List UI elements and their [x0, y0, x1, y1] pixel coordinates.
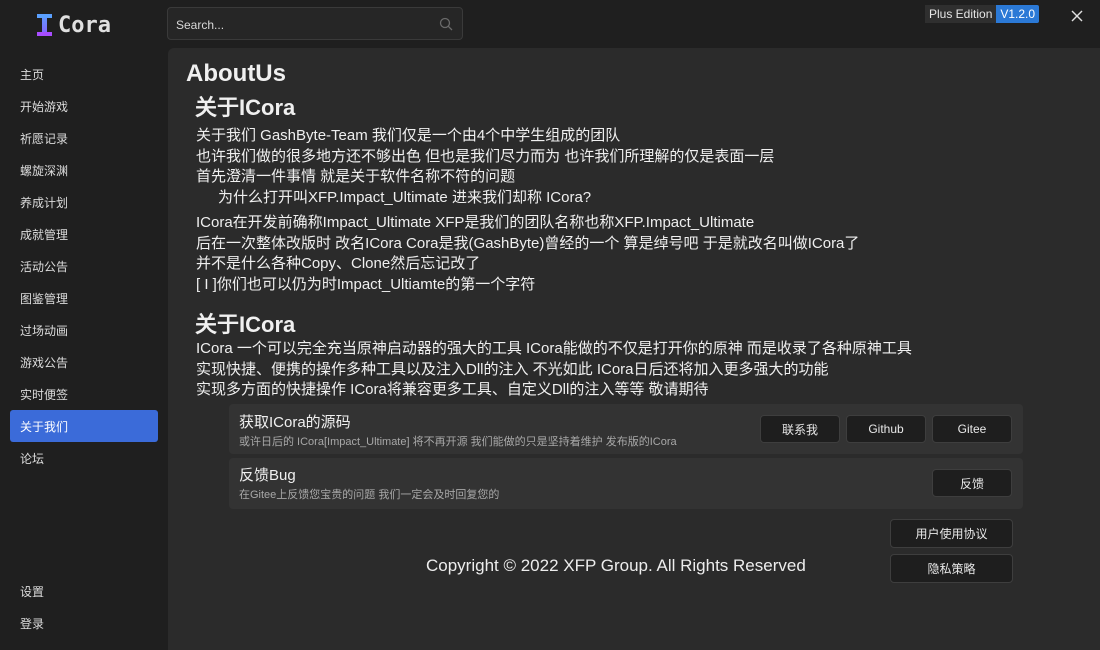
card-subtitle: 在Gitee上反馈您宝贵的问题 我们一定会及时回复您的 — [239, 489, 500, 501]
page-title: AboutUs — [186, 60, 286, 87]
sidebar: Cora 主页 开始游戏 祈愿记录 螺旋深渊 养成计划 成就管理 活动公告 图鉴… — [0, 0, 168, 650]
sidebar-item-event-notices[interactable]: 活动公告 — [10, 250, 158, 282]
privacy-policy-button[interactable]: 隐私策略 — [890, 554, 1013, 583]
search-input[interactable] — [174, 14, 428, 36]
text-line: ICora在开发前确称Impact_Ultimate XFP是我们的团队名称也称… — [196, 214, 755, 231]
sidebar-item-label: 开始游戏 — [20, 99, 69, 114]
edition-label: Plus Edition — [925, 5, 997, 23]
text-line: 首先澄清一件事情 就是关于软件名称不符的问题 — [196, 168, 516, 185]
sidebar-item-game-notices[interactable]: 游戏公告 — [10, 346, 158, 378]
card-title: 获取ICora的源码 — [239, 414, 351, 431]
search-box — [167, 7, 463, 40]
sidebar-item-start-game[interactable]: 开始游戏 — [10, 90, 158, 122]
sidebar-item-label: 祈愿记录 — [20, 131, 69, 146]
sidebar-item-forum[interactable]: 论坛 — [10, 442, 158, 474]
sidebar-item-label: 实时便签 — [20, 387, 69, 402]
gitee-button[interactable]: Gitee — [932, 415, 1012, 443]
close-icon[interactable] — [1067, 6, 1087, 26]
about-paragraph: ICora在开发前确称Impact_Ultimate XFP是我们的团队名称也称… — [196, 213, 859, 295]
sidebar-item-cultivation[interactable]: 养成计划 — [10, 186, 158, 218]
sidebar-item-label: 成就管理 — [20, 227, 69, 242]
search-icon[interactable] — [439, 17, 453, 31]
version-badge: V1.2.0 — [996, 5, 1040, 23]
sidebar-item-label: 图鉴管理 — [20, 291, 69, 306]
feedback-button[interactable]: 反馈 — [932, 469, 1012, 497]
copyright-text: Copyright © 2022 XFP Group. All Rights R… — [426, 556, 806, 575]
app-logo: Cora — [36, 10, 111, 40]
sidebar-item-login[interactable]: 登录 — [10, 607, 158, 639]
contact-button[interactable]: 联系我 — [760, 415, 840, 443]
sidebar-item-label: 螺旋深渊 — [20, 163, 69, 178]
sidebar-item-label: 过场动画 — [20, 323, 69, 338]
main-content: AboutUs 关于ICora 关于我们 GashByte-Team 我们仅是一… — [168, 48, 1100, 650]
sidebar-item-label: 养成计划 — [20, 195, 69, 210]
sidebar-item-settings[interactable]: 设置 — [10, 575, 158, 607]
sidebar-item-home[interactable]: 主页 — [10, 58, 158, 90]
text-line: 实现多方面的快捷操作 ICora将兼容更多工具、自定义Dll的注入等等 敬请期待 — [196, 381, 709, 398]
card-title: 反馈Bug — [239, 467, 296, 484]
sidebar-item-spiral-abyss[interactable]: 螺旋深渊 — [10, 154, 158, 186]
text-line: 后在一次整体改版时 改名ICora Cora是我(GashByte)曾经的一个 … — [196, 234, 860, 252]
source-code-card: 获取ICora的源码 或许日后的 ICora[Impact_Ultimate] … — [229, 404, 1023, 454]
feedback-card: 反馈Bug 在Gitee上反馈您宝贵的问题 我们一定会及时回复您的 反馈 — [229, 458, 1023, 509]
sidebar-item-label: 论坛 — [20, 451, 45, 466]
app-name: Cora — [58, 12, 111, 38]
text-line: 并不是什么各种Copy、Clone然后忘记改了 — [196, 255, 481, 272]
text-line: 也许我们做的很多地方还不够出色 但也是我们尽力而为 也许我们所理解的仅是表面一层 — [196, 147, 775, 165]
text-line: 关于我们 GashByte-Team 我们仅是一个由4个中学生组成的团队 — [196, 127, 621, 144]
about-paragraph: ICora 一个可以完全充当原神启动器的强大的工具 ICora能做的不仅是打开你… — [196, 339, 912, 401]
text-line: 为什么打开叫XFP.Impact_Ultimate 进来我们却称 ICora? — [218, 188, 592, 206]
sidebar-item-cutscenes[interactable]: 过场动画 — [10, 314, 158, 346]
sidebar-item-label: 登录 — [20, 616, 45, 631]
text-line: 实现快捷、便携的操作多种工具以及注入Dll的注入 不光如此 ICora日后还将加… — [196, 360, 829, 378]
text-line: ICora 一个可以完全充当原神启动器的强大的工具 ICora能做的不仅是打开你… — [196, 340, 912, 357]
card-subtitle: 或许日后的 ICora[Impact_Ultimate] 将不再开源 我们能做的… — [239, 436, 677, 448]
sidebar-item-about-us[interactable]: 关于我们 — [10, 410, 158, 442]
section-heading: 关于ICora — [195, 312, 296, 337]
github-button[interactable]: Github — [846, 415, 926, 443]
user-agreement-button[interactable]: 用户使用协议 — [890, 519, 1013, 548]
edition-badge: Plus Edition V1.2.0 — [925, 5, 1040, 23]
sidebar-item-realtime-notes[interactable]: 实时便签 — [10, 378, 158, 410]
logo-icon — [36, 11, 52, 39]
about-paragraph: 关于我们 GashByte-Team 我们仅是一个由4个中学生组成的团队 也许我… — [196, 126, 774, 208]
sidebar-nav: 主页 开始游戏 祈愿记录 螺旋深渊 养成计划 成就管理 活动公告 图鉴管理 过场… — [0, 58, 168, 474]
sidebar-item-label: 活动公告 — [20, 259, 69, 274]
sidebar-item-wiki[interactable]: 图鉴管理 — [10, 282, 158, 314]
text-line: [ I ]你们也可以仍为时Impact_Ultiamte的第一个字符 — [196, 275, 536, 293]
sidebar-item-label: 关于我们 — [20, 419, 69, 434]
sidebar-item-label: 主页 — [20, 67, 45, 82]
section-heading: 关于ICora — [195, 95, 296, 120]
sidebar-item-label: 游戏公告 — [20, 355, 69, 370]
sidebar-bottom-nav: 设置 登录 — [0, 575, 168, 639]
sidebar-item-label: 设置 — [20, 584, 45, 599]
sidebar-item-achievements[interactable]: 成就管理 — [10, 218, 158, 250]
sidebar-item-wish-history[interactable]: 祈愿记录 — [10, 122, 158, 154]
